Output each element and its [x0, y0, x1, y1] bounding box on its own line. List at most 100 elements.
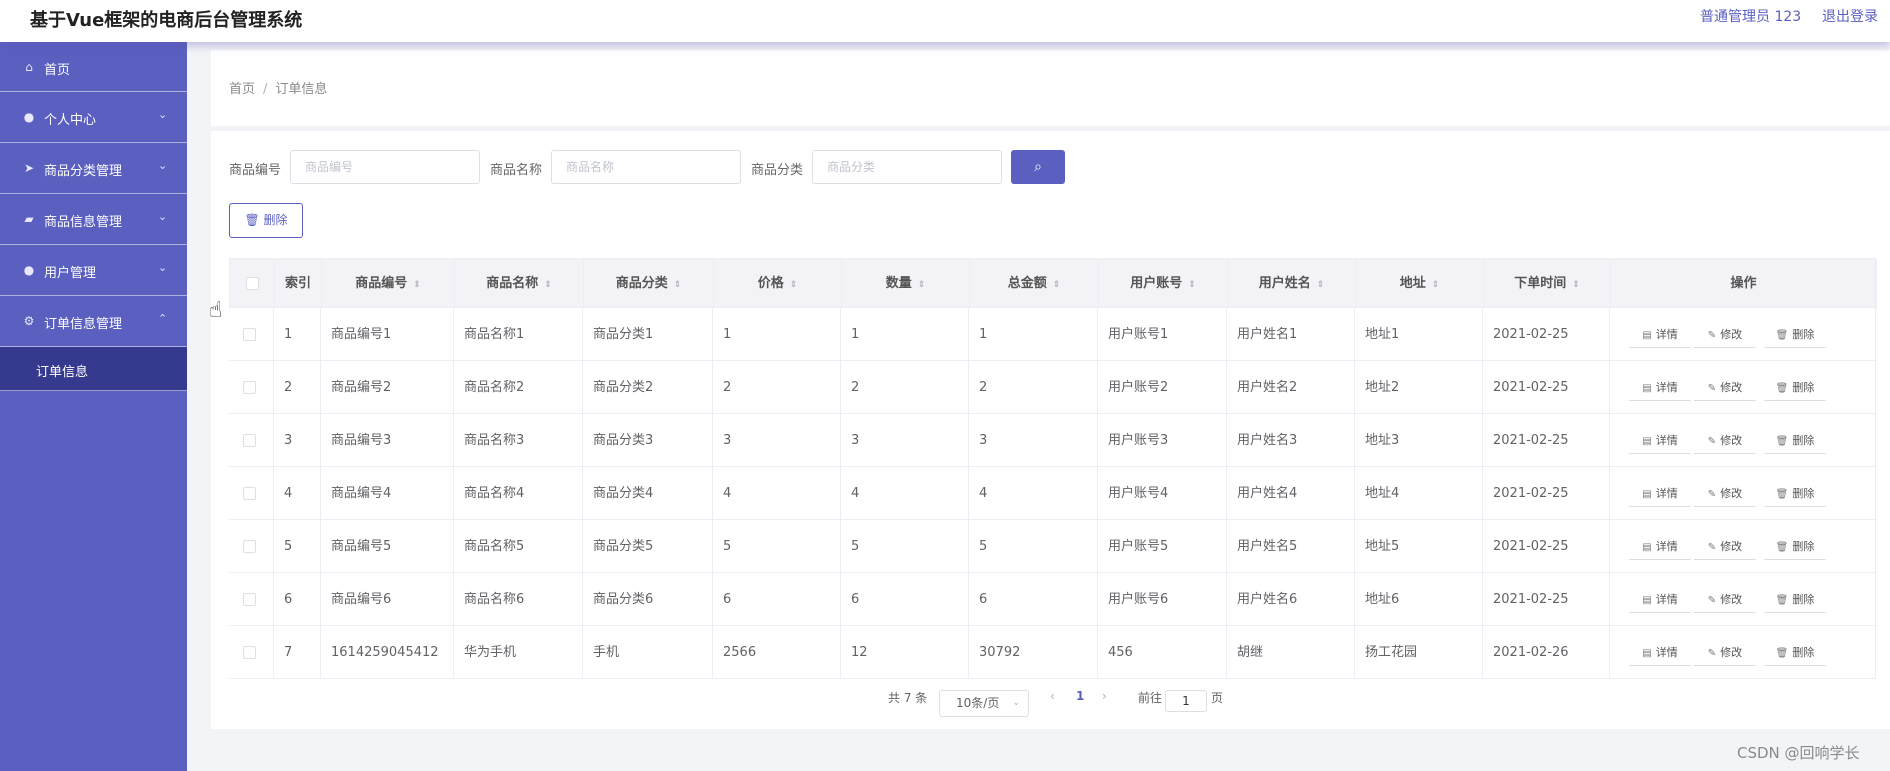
- sidebar: ⌂ 首页 ● 个人中心 ⌄ ➤ 商品分类管理 ⌄ ▰ 商品信息管理 ⌄ ● 用户…: [0, 42, 187, 771]
- sidebar-item-home[interactable]: ⌂ 首页: [0, 42, 187, 92]
- edit-button[interactable]: ✎ 修改: [1694, 587, 1756, 613]
- product-category-input[interactable]: 商品分类: [812, 150, 1002, 184]
- page-number-current[interactable]: 1: [1076, 689, 1084, 703]
- cell-index: 4: [274, 467, 321, 520]
- row-checkbox[interactable]: [243, 381, 256, 394]
- header-price[interactable]: 价格 ⇕: [714, 259, 842, 309]
- logout-link[interactable]: 退出登录: [1822, 6, 1878, 26]
- row-checkbox[interactable]: [243, 434, 256, 447]
- page-size-select[interactable]: 10条/页 ⌄: [939, 690, 1029, 717]
- delete-button[interactable]: 🗑 删除: [1764, 428, 1826, 454]
- cell-product-category: 商品分类1: [583, 308, 713, 361]
- sidebar-item-product[interactable]: ▰ 商品信息管理 ⌄: [0, 194, 187, 245]
- sidebar-item-label: 订单信息管理: [44, 317, 123, 332]
- cell-total: 5: [969, 520, 1098, 573]
- sidebar-item-users[interactable]: ● 用户管理 ⌄: [0, 245, 187, 296]
- sort-icon[interactable]: ⇕: [1572, 280, 1580, 290]
- delete-button[interactable]: 🗑 删除: [1764, 375, 1826, 401]
- detail-button[interactable]: ▤ 详情: [1629, 375, 1691, 401]
- cell-total: 6: [969, 573, 1098, 626]
- detail-button[interactable]: ▤ 详情: [1629, 534, 1691, 560]
- sort-icon[interactable]: ⇕: [790, 280, 798, 290]
- header-label: 总金额: [1007, 276, 1047, 291]
- detail-label: 详情: [1655, 593, 1678, 606]
- sidebar-subitem-order-info[interactable]: 订单信息: [0, 347, 187, 391]
- row-checkbox[interactable]: [243, 646, 256, 659]
- cell-product-code: 商品编号3: [321, 414, 454, 467]
- trash-icon: 🗑: [1775, 436, 1789, 447]
- sort-icon[interactable]: ⇕: [1317, 280, 1325, 290]
- sort-icon[interactable]: ⇕: [544, 280, 552, 290]
- edit-button[interactable]: ✎ 修改: [1694, 322, 1756, 348]
- detail-button[interactable]: ▤ 详情: [1629, 587, 1691, 613]
- header-order-time[interactable]: 下单时间 ⇕: [1484, 259, 1611, 309]
- header-product-code[interactable]: 商品编号 ⇕: [322, 259, 455, 309]
- delete-label: 删除: [1792, 487, 1815, 500]
- product-code-input[interactable]: 商品编号: [290, 150, 480, 184]
- cell-product-category: 手机: [583, 626, 713, 679]
- detail-button[interactable]: ▤ 详情: [1629, 640, 1691, 666]
- header-address[interactable]: 地址 ⇕: [1356, 259, 1484, 309]
- next-page-icon[interactable]: ›: [1102, 689, 1107, 703]
- header-total[interactable]: 总金额 ⇕: [970, 259, 1099, 309]
- delete-button[interactable]: 🗑 删除: [1764, 640, 1826, 666]
- batch-delete-button[interactable]: 🗑 删除: [229, 203, 303, 238]
- detail-button[interactable]: ▤ 详情: [1629, 428, 1691, 454]
- delete-button[interactable]: 🗑 删除: [1764, 587, 1826, 613]
- cell-product-code: 商品编号1: [321, 308, 454, 361]
- cell-user-name: 用户姓名6: [1227, 573, 1355, 626]
- edit-icon: ✎: [1707, 648, 1717, 659]
- sort-icon[interactable]: ⇕: [918, 280, 926, 290]
- row-checkbox[interactable]: [243, 593, 256, 606]
- detail-label: 详情: [1655, 381, 1678, 394]
- header-label: 商品分类: [615, 276, 668, 291]
- header-quantity[interactable]: 数量 ⇕: [842, 259, 970, 309]
- row-checkbox[interactable]: [243, 487, 256, 500]
- edit-button[interactable]: ✎ 修改: [1694, 428, 1756, 454]
- row-checkbox[interactable]: [243, 328, 256, 341]
- cell-price: 5: [713, 520, 841, 573]
- sort-icon[interactable]: ⇕: [1188, 280, 1196, 290]
- sort-icon[interactable]: ⇕: [1432, 280, 1440, 290]
- header-product-category[interactable]: 商品分类 ⇕: [584, 259, 714, 309]
- delete-button[interactable]: 🗑 删除: [1764, 322, 1826, 348]
- edit-button[interactable]: ✎ 修改: [1694, 375, 1756, 401]
- header-product-name[interactable]: 商品名称 ⇕: [455, 259, 584, 309]
- sidebar-item-category[interactable]: ➤ 商品分类管理 ⌄: [0, 143, 187, 194]
- product-name-input[interactable]: 商品名称: [551, 150, 741, 184]
- delete-button[interactable]: 🗑 删除: [1764, 481, 1826, 507]
- edit-label: 修改: [1720, 434, 1743, 447]
- sidebar-item-orders[interactable]: ⚙ 订单信息管理 ⌃: [0, 296, 187, 347]
- edit-button[interactable]: ✎ 修改: [1694, 481, 1756, 507]
- cell-user-account: 用户账号5: [1098, 520, 1227, 573]
- breadcrumb-home[interactable]: 首页: [229, 82, 255, 97]
- document-icon: ▤: [1642, 489, 1652, 500]
- select-all-checkbox[interactable]: [245, 277, 259, 290]
- detail-button[interactable]: ▤ 详情: [1629, 481, 1691, 507]
- cell-product-name: 华为手机: [454, 626, 583, 679]
- prev-page-icon[interactable]: ‹: [1050, 689, 1055, 703]
- cell-price: 2566: [713, 626, 841, 679]
- edit-label: 修改: [1720, 646, 1743, 659]
- header-user-account[interactable]: 用户账号 ⇕: [1099, 259, 1228, 309]
- cell-product-category: 商品分类3: [583, 414, 713, 467]
- row-checkbox[interactable]: [243, 540, 256, 553]
- header-user-name[interactable]: 用户姓名 ⇕: [1228, 259, 1356, 309]
- edit-button[interactable]: ✎ 修改: [1694, 640, 1756, 666]
- sort-icon[interactable]: ⇕: [674, 280, 682, 290]
- detail-button[interactable]: ▤ 详情: [1629, 322, 1691, 348]
- header-label: 价格: [757, 276, 784, 291]
- search-button[interactable]: ⌕: [1011, 150, 1065, 184]
- search-label-name: 商品名称: [490, 163, 543, 178]
- sort-icon[interactable]: ⇕: [413, 280, 421, 290]
- document-icon: ▤: [1642, 542, 1652, 553]
- sidebar-item-label: 首页: [44, 63, 71, 78]
- cell-user-account: 用户账号1: [1098, 308, 1227, 361]
- goto-page-input[interactable]: 1: [1165, 690, 1207, 712]
- sidebar-item-profile[interactable]: ● 个人中心 ⌄: [0, 92, 187, 143]
- cell-quantity: 2: [841, 361, 969, 414]
- edit-button[interactable]: ✎ 修改: [1694, 534, 1756, 560]
- cell-total: 1: [969, 308, 1098, 361]
- sort-icon[interactable]: ⇕: [1053, 280, 1061, 290]
- delete-button[interactable]: 🗑 删除: [1764, 534, 1826, 560]
